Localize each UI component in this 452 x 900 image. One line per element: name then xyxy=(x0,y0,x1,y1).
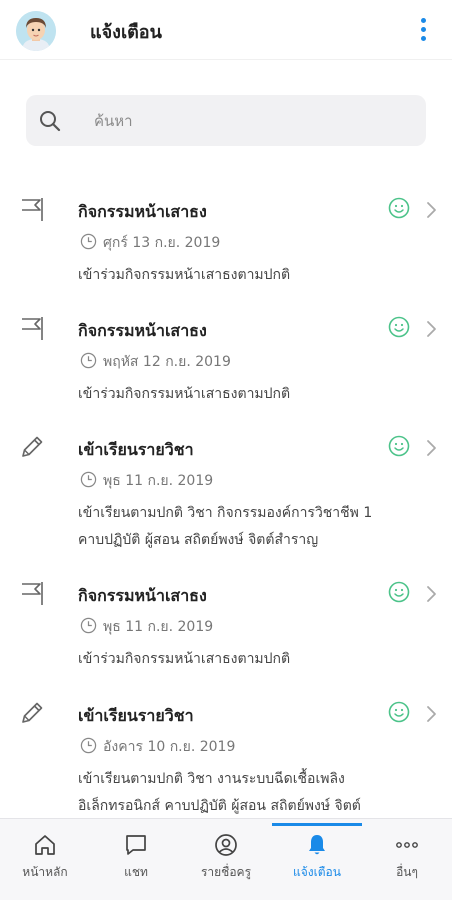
pencil-icon xyxy=(22,702,43,723)
nav-item-notifications[interactable]: แจ้งเตือน xyxy=(272,819,362,900)
clock-icon xyxy=(80,737,97,754)
notification-title: เข้าเรียนรายวิชา xyxy=(78,706,194,725)
notification-title: กิจกรรมหน้าเสาธง xyxy=(78,202,207,221)
notification-description: เข้าร่วมกิจกรรมหน้าเสาธงตามปกติ xyxy=(78,267,291,283)
search-icon xyxy=(40,111,61,132)
home-icon xyxy=(35,835,55,855)
notification-item[interactable]: เข้าเรียนรายวิชา พุธ 11 ก.ย. 2019 เข้าเร… xyxy=(0,423,452,569)
chevron-right-icon[interactable] xyxy=(424,320,438,338)
notification-item[interactable]: กิจกรรมหน้าเสาธง พุธ 11 ก.ย. 2019 เข้าร่… xyxy=(0,569,452,689)
page-title: แจ้งเตือน xyxy=(90,22,162,43)
nav-label: อื่นๆ xyxy=(396,865,418,879)
chevron-right-icon[interactable] xyxy=(424,585,438,603)
smile-icon xyxy=(388,197,410,219)
more-horizontal-icon xyxy=(396,842,418,848)
chat-icon xyxy=(126,835,146,855)
search-bar xyxy=(26,95,426,146)
notification-item[interactable]: กิจกรรมหน้าเสาธง พฤหัส 12 ก.ย. 2019 เข้า… xyxy=(0,304,452,423)
notification-list: กิจกรรมหน้าเสาธง ศุกร์ 13 ก.ย. 2019 เข้า… xyxy=(0,185,452,835)
smile-icon xyxy=(388,581,410,603)
nav-label: แจ้งเตือน xyxy=(293,865,341,879)
smile-icon xyxy=(388,435,410,457)
app-header: แจ้งเตือน xyxy=(0,0,452,60)
notification-date: พุธ 11 ก.ย. 2019 xyxy=(103,473,214,489)
smile-icon xyxy=(388,701,410,723)
notification-title: กิจกรรมหน้าเสาธง xyxy=(78,321,207,340)
nav-item-home[interactable]: หน้าหลัก xyxy=(0,819,90,900)
nav-label: รายชื่อครู xyxy=(200,865,252,879)
notification-description: เข้าร่วมกิจกรรมหน้าเสาธงตามปกติ xyxy=(78,386,291,402)
notification-date: ศุกร์ 13 ก.ย. 2019 xyxy=(103,235,221,251)
notification-description: เข้าร่วมกิจกรรมหน้าเสาธงตามปกติ xyxy=(78,651,291,667)
notification-description: เข้าเรียนตามปกติ วิชา งานระบบฉีดเชื้อเพล… xyxy=(78,771,361,814)
pencil-icon xyxy=(22,436,43,457)
clock-icon xyxy=(80,233,97,250)
notification-date: พฤหัส 12 ก.ย. 2019 xyxy=(103,354,231,370)
notification-title: เข้าเรียนรายวิชา xyxy=(78,440,194,459)
clock-icon xyxy=(80,352,97,369)
nav-item-more[interactable]: อื่นๆ xyxy=(362,819,452,900)
notification-title: กิจกรรมหน้าเสาธง xyxy=(78,586,207,605)
nav-label: หน้าหลัก xyxy=(22,865,68,879)
clock-icon xyxy=(80,617,97,634)
chevron-right-icon[interactable] xyxy=(424,201,438,219)
more-vertical-icon[interactable] xyxy=(412,14,436,46)
nav-item-chat[interactable]: แชท xyxy=(91,819,181,900)
user-circle-icon xyxy=(215,834,237,856)
notification-date: อังคาร 10 ก.ย. 2019 xyxy=(103,739,236,755)
flag-icon xyxy=(22,582,43,605)
chevron-right-icon[interactable] xyxy=(424,705,438,723)
clock-icon xyxy=(80,471,97,488)
flag-icon xyxy=(22,317,43,340)
user-avatar-icon[interactable] xyxy=(16,11,56,51)
notification-date: พุธ 11 ก.ย. 2019 xyxy=(103,619,214,635)
notification-item[interactable]: กิจกรรมหน้าเสาธง ศุกร์ 13 ก.ย. 2019 เข้า… xyxy=(0,185,452,304)
smile-icon xyxy=(388,316,410,338)
nav-item-teachers[interactable]: รายชื่อครู xyxy=(181,819,271,900)
notification-item[interactable]: เข้าเรียนรายวิชา อังคาร 10 ก.ย. 2019 เข้… xyxy=(0,689,452,835)
chevron-right-icon[interactable] xyxy=(424,439,438,457)
notification-description: เข้าเรียนตามปกติ วิชา กิจกรรมองค์การวิชา… xyxy=(78,505,373,548)
search-input[interactable] xyxy=(94,105,414,136)
bell-icon xyxy=(309,835,325,855)
bottom-navigation: หน้าหลัก แชท รายชื่อครู แจ้งเตือน อื่นๆ xyxy=(0,818,452,900)
flag-icon xyxy=(22,198,43,221)
nav-label: แชท xyxy=(124,865,148,879)
